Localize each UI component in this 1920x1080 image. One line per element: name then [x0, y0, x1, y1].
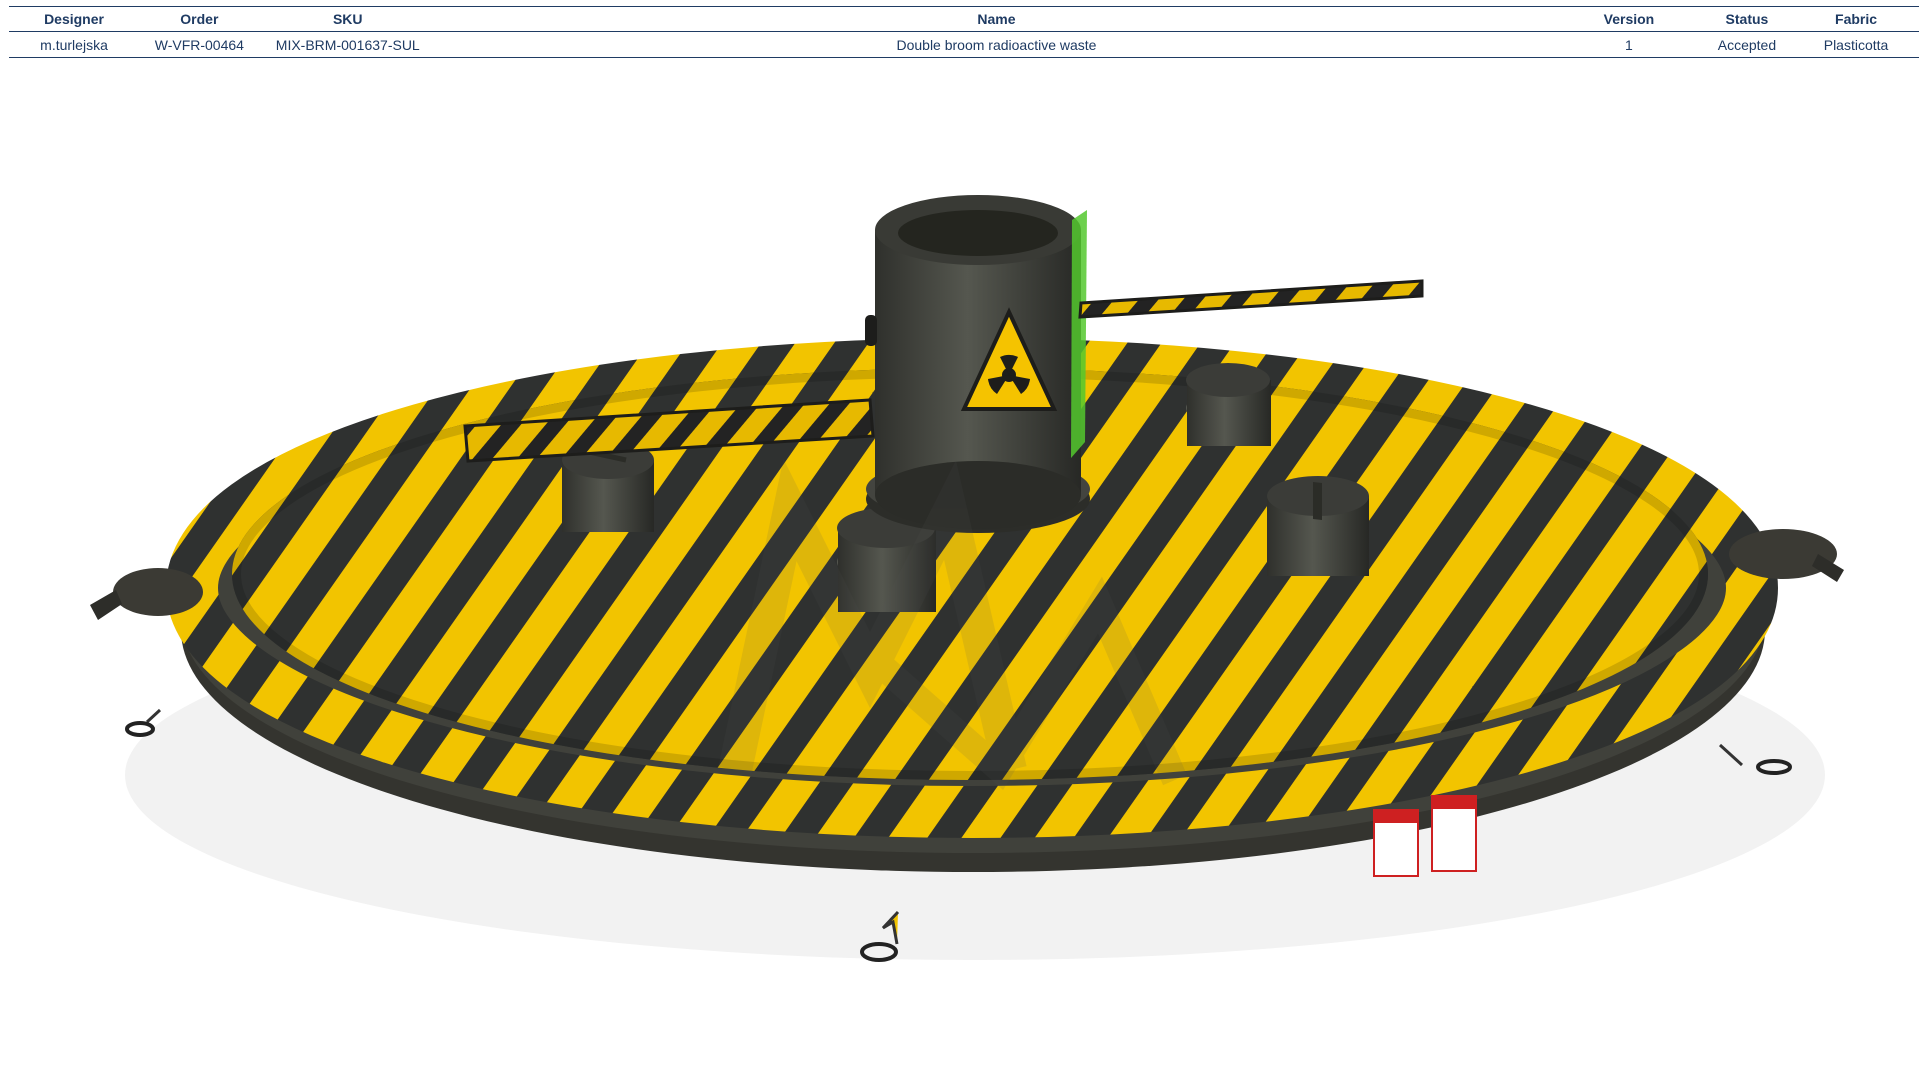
- rotating-broom-arm: [1078, 279, 1424, 319]
- header-status: Status: [1700, 6, 1794, 32]
- order-value: W-VFR-00464: [139, 31, 260, 58]
- header-sku: SKU: [259, 6, 436, 32]
- version-value: 1: [1557, 31, 1701, 58]
- product-spec-sheet: Designer Order SKU Name Version Status F…: [0, 0, 1920, 1080]
- header-name: Name: [435, 6, 1558, 32]
- header-fabric: Fabric: [1793, 6, 1919, 32]
- product-name-value: Double broom radioactive waste: [435, 31, 1558, 58]
- header-version: Version: [1557, 6, 1701, 32]
- spec-data-row: m.turlejska W-VFR-00464 MIX-BRM-001637-S…: [9, 31, 1919, 58]
- designer-value: m.turlejska: [9, 31, 140, 58]
- product-render: [90, 195, 1844, 962]
- fabric-value: Plasticotta: [1793, 31, 1919, 58]
- spec-header-row: Designer Order SKU Name Version Status F…: [9, 6, 1919, 32]
- spec-table: Designer Order SKU Name Version Status F…: [9, 6, 1919, 58]
- header-designer: Designer: [9, 6, 140, 32]
- sku-value: MIX-BRM-001637-SUL: [259, 31, 436, 58]
- header-order: Order: [139, 6, 260, 32]
- status-value: Accepted: [1700, 31, 1794, 58]
